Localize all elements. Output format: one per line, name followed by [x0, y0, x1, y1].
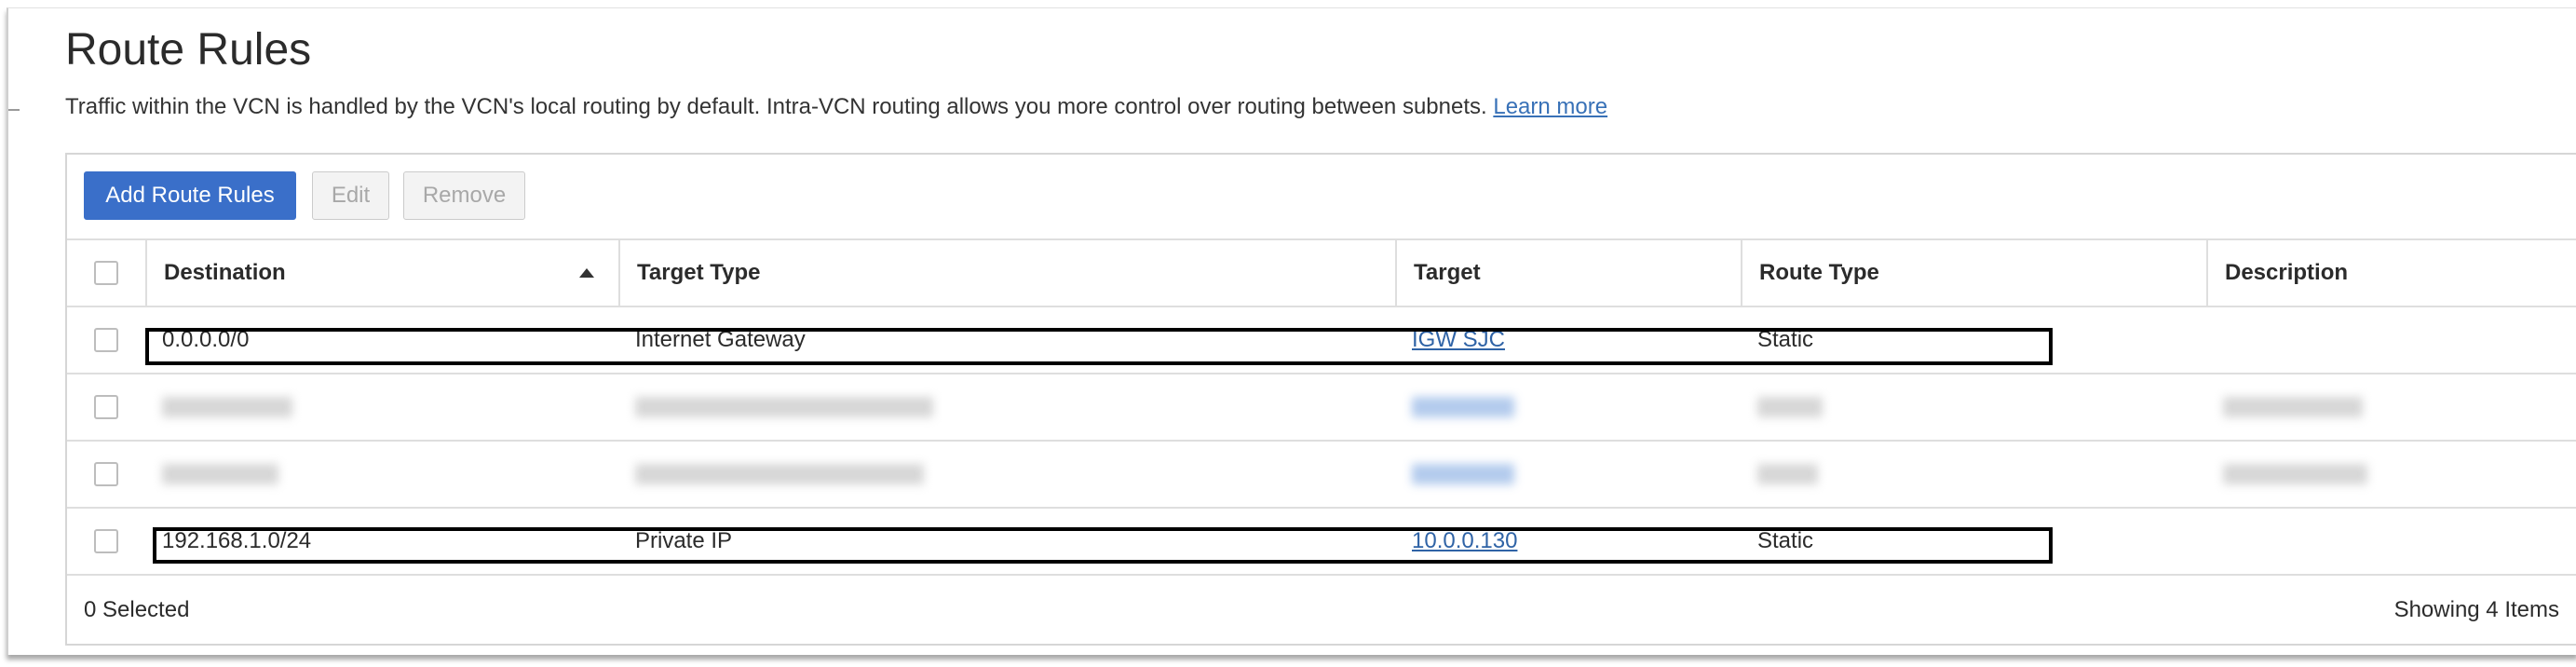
- item-count: Showing 4 Items: [2393, 596, 2559, 622]
- target-cell-redacted: [1395, 374, 1741, 440]
- column-header-description: Description: [2206, 240, 2576, 306]
- redacted-link[interactable]: [1412, 397, 1514, 417]
- table-row: 192.168.1.0/24 Private IP 10.0.0.130 Sta…: [67, 507, 2576, 574]
- route-type-cell-redacted: [1741, 374, 2206, 440]
- table-footer: 0 Selected Showing 4 Items: [67, 574, 2576, 644]
- redacted-link[interactable]: [1412, 464, 1514, 484]
- description-cell-redacted: [2206, 442, 2576, 507]
- target-cell: 10.0.0.130: [1395, 509, 1741, 574]
- route-type-cell-redacted: [1741, 442, 2206, 507]
- edge-tick: [8, 109, 20, 111]
- add-route-rules-button[interactable]: Add Route Rules: [84, 171, 296, 220]
- column-header-route-type: Route Type: [1741, 240, 2206, 306]
- table-row: 0.0.0.0/0 Internet Gateway IGW SJC Stati…: [67, 306, 2576, 373]
- route-rules-panel: Add Route Rules Edit Remove Destination …: [65, 153, 2576, 646]
- description-text: Traffic within the VCN is handled by the…: [65, 94, 1487, 119]
- destination-cell-redacted: [145, 374, 618, 440]
- target-type-cell: Internet Gateway: [635, 327, 806, 352]
- target-link[interactable]: IGW SJC: [1412, 327, 1505, 353]
- redacted-text: [635, 464, 924, 484]
- destination-cell-redacted: [145, 442, 618, 507]
- route-type-cell: Static: [1757, 528, 1814, 553]
- redacted-text: [1757, 397, 1823, 417]
- selected-count: 0 Selected: [84, 596, 190, 622]
- page-description: Traffic within the VCN is handled by the…: [65, 94, 1607, 120]
- destination-cell: 192.168.1.0/24: [162, 528, 312, 553]
- redacted-text: [162, 397, 292, 417]
- remove-button[interactable]: Remove: [403, 171, 525, 220]
- route-type-cell: Static: [1757, 327, 1814, 352]
- learn-more-link[interactable]: Learn more: [1493, 94, 1607, 119]
- row-checkbox[interactable]: [94, 328, 118, 352]
- table-header: Destination Target Type Target Route Typ…: [67, 238, 2576, 306]
- row-checkbox[interactable]: [94, 529, 118, 553]
- row-select-cell: [67, 509, 145, 574]
- row-select-cell: [67, 442, 145, 507]
- target-type-cell: Private IP: [635, 528, 733, 553]
- redacted-text: [2223, 397, 2363, 417]
- page-title: Route Rules: [65, 25, 312, 75]
- target-link[interactable]: 10.0.0.130: [1412, 528, 1517, 554]
- row-checkbox[interactable]: [94, 462, 118, 486]
- target-type-cell-redacted: [618, 374, 1395, 440]
- table-row-redacted: [67, 373, 2576, 440]
- table-row-redacted: [67, 440, 2576, 507]
- destination-cell: 0.0.0.0/0: [162, 327, 250, 352]
- edit-button[interactable]: Edit: [312, 171, 389, 220]
- description-cell: [2206, 307, 2576, 373]
- select-all-checkbox[interactable]: [94, 261, 118, 285]
- redacted-text: [635, 397, 933, 417]
- target-type-cell-redacted: [618, 442, 1395, 507]
- redacted-text: [1757, 464, 1818, 484]
- column-label: Destination: [164, 260, 286, 285]
- row-select-cell: [67, 374, 145, 440]
- select-all-cell: [67, 240, 145, 306]
- sort-ascending-icon: [579, 268, 594, 278]
- row-checkbox[interactable]: [94, 395, 118, 419]
- target-cell-redacted: [1395, 442, 1741, 507]
- description-cell-redacted: [2206, 374, 2576, 440]
- column-header-destination[interactable]: Destination: [145, 240, 618, 306]
- target-cell: IGW SJC: [1395, 307, 1741, 373]
- column-header-target-type: Target Type: [618, 240, 1395, 306]
- row-select-cell: [67, 307, 145, 373]
- description-cell: [2206, 509, 2576, 574]
- redacted-text: [162, 464, 278, 484]
- redacted-text: [2223, 464, 2367, 484]
- column-header-target: Target: [1395, 240, 1741, 306]
